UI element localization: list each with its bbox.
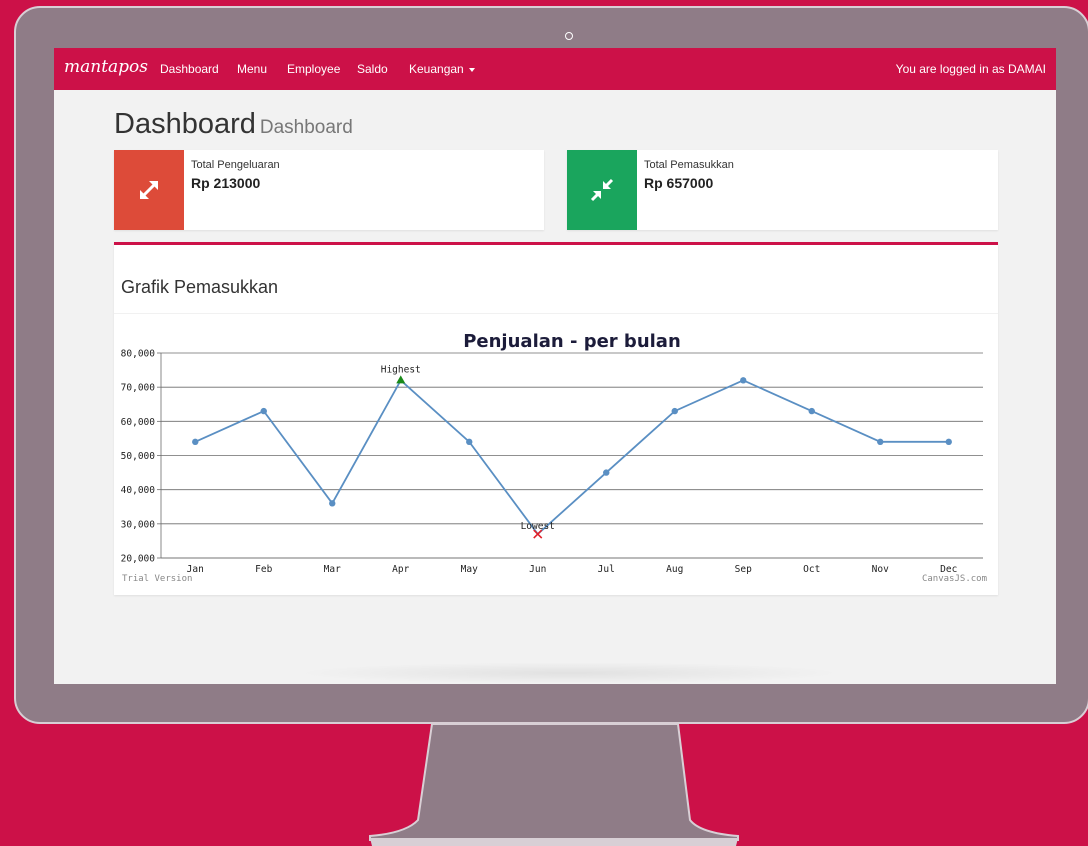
x-tick-label: May	[461, 564, 478, 575]
data-point	[945, 438, 952, 446]
x-tick-label: Aug	[666, 564, 683, 575]
y-tick-label: 50,000	[121, 451, 156, 462]
annotation-label: Lowest	[521, 521, 555, 532]
annotation-label: Highest	[381, 364, 421, 375]
x-tick-label: Nov	[872, 564, 889, 575]
data-point	[603, 469, 610, 476]
x-tick-label: Jun	[529, 564, 546, 575]
sales-line-chart: Penjualan - per bulan 20,000 30,000 40,000 5…	[121, 331, 987, 584]
chart-title: Penjualan - per bulan	[463, 331, 681, 352]
x-tick-label: Feb	[255, 564, 272, 575]
y-tick-label: 80,000	[121, 349, 156, 360]
y-tick-label: 20,000	[121, 554, 156, 565]
data-point	[260, 407, 267, 415]
x-tick-label: Sep	[735, 564, 752, 575]
footer-shadow	[294, 662, 844, 684]
y-tick-label: 60,000	[121, 417, 156, 428]
data-point	[808, 407, 815, 415]
y-tick-label: 40,000	[121, 485, 156, 496]
data-point	[192, 438, 199, 446]
data-point	[329, 500, 336, 507]
camera-icon	[565, 32, 573, 40]
x-tick-label: Jul	[598, 564, 615, 575]
data-point	[671, 407, 678, 415]
highest-marker	[396, 375, 406, 384]
canvasjs-credit: CanvasJS.com	[922, 574, 987, 584]
screen: mantapos Dashboard Menu Employee Saldo K…	[54, 48, 1056, 684]
x-tick-label: Mar	[324, 564, 341, 575]
y-tick-label: 30,000	[121, 519, 156, 530]
x-tick-label: Apr	[392, 564, 409, 575]
x-tick-label: Oct	[803, 564, 820, 575]
y-tick-label: 70,000	[121, 383, 156, 394]
data-point	[740, 377, 747, 384]
series-line	[194, 378, 949, 536]
trial-version-label: Trial Version	[122, 574, 192, 584]
data-point	[466, 438, 473, 446]
data-point	[877, 438, 884, 446]
